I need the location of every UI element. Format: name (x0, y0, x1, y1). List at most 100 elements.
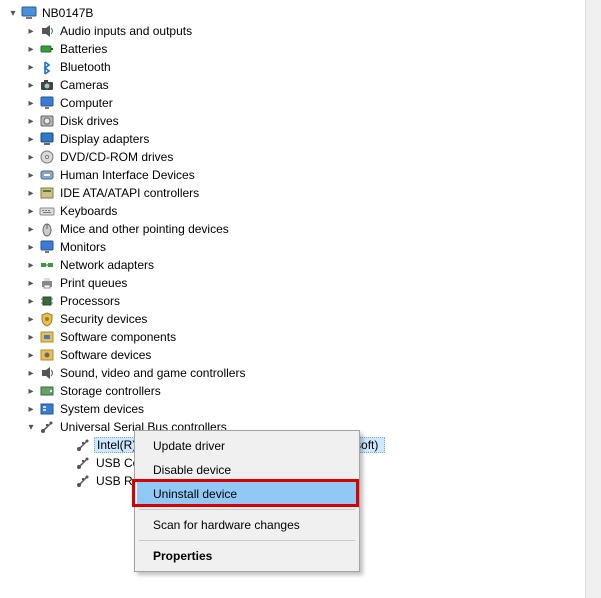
usb-icon (74, 455, 92, 471)
category-row[interactable]: ▸ Human Interface Devices (4, 166, 601, 184)
network-icon (38, 257, 56, 273)
menu-separator (139, 509, 355, 510)
category-row[interactable]: ▸Network adapters (4, 256, 601, 274)
ide-icon (38, 185, 56, 201)
softcomp-icon (38, 329, 56, 345)
category-row[interactable]: ▸ Display adapters (4, 130, 601, 148)
chevron-right-icon[interactable]: ▸ (24, 332, 38, 343)
category-label: IDE ATA/ATAPI controllers (58, 186, 201, 200)
mouse-icon (38, 221, 56, 237)
category-label: Cameras (58, 78, 111, 92)
category-label: Security devices (58, 312, 149, 326)
category-label: Sound, video and game controllers (58, 366, 247, 380)
usb-icon (74, 437, 92, 453)
category-label: DVD/CD-ROM drives (58, 150, 175, 164)
category-label: Disk drives (58, 114, 121, 128)
category-row[interactable]: ▸ Disk drives (4, 112, 601, 130)
root-label: NB0147B (40, 6, 95, 20)
category-row[interactable]: ▸ Computer (4, 94, 601, 112)
category-row[interactable]: ▸ Software components (4, 328, 601, 346)
display-icon (38, 131, 56, 147)
usb-icon (74, 473, 92, 489)
chevron-right-icon[interactable]: ▸ (24, 188, 38, 199)
computer-icon (20, 5, 38, 21)
chevron-right-icon[interactable]: ▸ (24, 26, 38, 37)
context-menu: Update driverDisable deviceUninstall dev… (134, 430, 360, 572)
chevron-right-icon[interactable]: ▸ (24, 278, 38, 289)
category-row[interactable]: ▸ Audio inputs and outputs (4, 22, 601, 40)
category-label: Human Interface Devices (58, 168, 197, 182)
chevron-right-icon[interactable]: ▸ (24, 80, 38, 91)
category-row[interactable]: ▸Storage controllers (4, 382, 601, 400)
chevron-down-icon[interactable]: ▾ (6, 8, 20, 19)
category-label: Audio inputs and outputs (58, 24, 194, 38)
tree-root-row[interactable]: ▾ NB0147B (4, 4, 601, 22)
chevron-right-icon[interactable]: ▸ (24, 386, 38, 397)
chevron-right-icon[interactable]: ▸ (24, 116, 38, 127)
disk-icon (38, 113, 56, 129)
category-row[interactable]: ▸ Bluetooth (4, 58, 601, 76)
chevron-right-icon[interactable]: ▸ (24, 98, 38, 109)
chevron-right-icon[interactable]: ▸ (24, 314, 38, 325)
usb-icon (38, 419, 56, 435)
category-label: Display adapters (58, 132, 151, 146)
keyboard-icon (38, 203, 56, 219)
chevron-right-icon[interactable]: ▸ (24, 170, 38, 181)
category-label: Monitors (58, 240, 108, 254)
chevron-right-icon[interactable]: ▸ (24, 134, 38, 145)
category-row[interactable]: ▸ System devices (4, 400, 601, 418)
chevron-right-icon[interactable]: ▸ (24, 152, 38, 163)
chevron-right-icon[interactable]: ▸ (24, 242, 38, 253)
chevron-right-icon[interactable]: ▸ (24, 44, 38, 55)
category-row[interactable]: ▸ DVD/CD-ROM drives (4, 148, 601, 166)
chevron-right-icon[interactable]: ▸ (24, 404, 38, 415)
hid-icon (38, 167, 56, 183)
category-row[interactable]: ▸ Processors (4, 292, 601, 310)
chevron-down-icon[interactable]: ▾ (24, 422, 38, 433)
category-label: Software devices (58, 348, 153, 362)
category-label: Processors (58, 294, 122, 308)
softdev-icon (38, 347, 56, 363)
category-label: Bluetooth (58, 60, 113, 74)
chevron-right-icon[interactable]: ▸ (24, 296, 38, 307)
cpu-icon (38, 293, 56, 309)
menu-item[interactable]: Disable device (137, 458, 357, 482)
storage-icon (38, 383, 56, 399)
category-row[interactable]: ▸ Mice and other pointing devices (4, 220, 601, 238)
monitor2-icon (38, 239, 56, 255)
category-label: System devices (58, 402, 146, 416)
category-label: Computer (58, 96, 115, 110)
category-row[interactable]: ▸ IDE ATA/ATAPI controllers (4, 184, 601, 202)
menu-item[interactable]: Uninstall device (137, 482, 357, 506)
monitor-icon (38, 95, 56, 111)
category-row[interactable]: ▸Print queues (4, 274, 601, 292)
chevron-right-icon[interactable]: ▸ (24, 260, 38, 271)
category-row[interactable]: ▸ Software devices (4, 346, 601, 364)
bluetooth-icon (38, 59, 56, 75)
menu-item[interactable]: Update driver (137, 434, 357, 458)
chevron-right-icon[interactable]: ▸ (24, 206, 38, 217)
category-row[interactable]: ▸ Monitors (4, 238, 601, 256)
menu-separator (139, 540, 355, 541)
category-row[interactable]: ▸Keyboards (4, 202, 601, 220)
category-row[interactable]: ▸ Security devices (4, 310, 601, 328)
battery-icon (38, 41, 56, 57)
chevron-right-icon[interactable]: ▸ (24, 368, 38, 379)
camera-icon (38, 77, 56, 93)
category-row[interactable]: ▸ Sound, video and game controllers (4, 364, 601, 382)
scrollbar[interactable] (585, 0, 601, 598)
category-row[interactable]: ▸ Cameras (4, 76, 601, 94)
sound-icon (38, 365, 56, 381)
security-icon (38, 311, 56, 327)
system-icon (38, 401, 56, 417)
chevron-right-icon[interactable]: ▸ (24, 224, 38, 235)
menu-item[interactable]: Scan for hardware changes (137, 513, 357, 537)
category-row[interactable]: ▸ Batteries (4, 40, 601, 58)
cd-icon (38, 149, 56, 165)
chevron-right-icon[interactable]: ▸ (24, 62, 38, 73)
menu-item[interactable]: Properties (137, 544, 357, 568)
category-label: Mice and other pointing devices (58, 222, 231, 236)
category-label: Software components (58, 330, 178, 344)
category-label: Batteries (58, 42, 109, 56)
chevron-right-icon[interactable]: ▸ (24, 350, 38, 361)
